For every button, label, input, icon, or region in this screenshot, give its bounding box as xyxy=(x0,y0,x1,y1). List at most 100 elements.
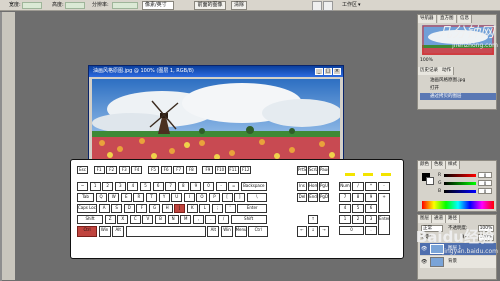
key-esc: Esc xyxy=(77,166,88,174)
key-w: W xyxy=(108,193,120,202)
numpad-key-2-12: 2 xyxy=(352,215,364,224)
history-item-selected[interactable]: 通过拷贝的图层 xyxy=(420,93,496,100)
key-caps-lock: Caps Lock xyxy=(77,204,97,213)
numpad-key-9-6: 9 xyxy=(365,193,377,202)
tab-paths[interactable]: 路径 xyxy=(446,215,460,223)
height-field[interactable] xyxy=(65,2,85,9)
key-tab: Tab xyxy=(77,193,94,202)
key-prtsc: PrtSc xyxy=(297,166,307,175)
watermark-top-url: jifenzhong.com xyxy=(452,42,498,49)
tab-navigator[interactable]: 导航器 xyxy=(418,15,437,23)
tab-styles[interactable]: 样式 xyxy=(446,161,460,169)
key-sym: / xyxy=(218,215,229,224)
key-2: 2 xyxy=(102,182,114,191)
history-item[interactable]: 油画风格原图.jpg xyxy=(420,77,496,84)
numpad-key-num-0: Num xyxy=(339,182,351,191)
color-spectrum-bar[interactable] xyxy=(422,201,494,209)
tulip-windmill-photo xyxy=(92,79,340,159)
close-icon[interactable]: × xyxy=(333,68,341,75)
key-h: H xyxy=(161,204,173,213)
layer-row[interactable]: 👁 背景 xyxy=(420,256,496,268)
key-t: T xyxy=(146,193,157,202)
red-slider[interactable] xyxy=(444,174,476,177)
key-u: U xyxy=(171,193,183,202)
blue-slider[interactable] xyxy=(444,190,476,193)
tab-color[interactable]: 颜色 xyxy=(418,161,432,169)
red-value[interactable]: 0 xyxy=(478,172,492,178)
width-label: 宽度: xyxy=(9,2,21,8)
key-r: R xyxy=(133,193,145,202)
eye-icon[interactable]: 👁 xyxy=(421,259,427,265)
key-f: F xyxy=(136,204,148,213)
resolution-unit-select[interactable]: 像素/英寸 xyxy=(142,1,174,10)
green-value[interactable]: 0 xyxy=(478,180,492,186)
key-end: End xyxy=(308,193,318,202)
key-alt-4: Alt xyxy=(207,226,220,237)
palette-well-icon[interactable] xyxy=(323,1,333,11)
numpad-key-sym-7: + xyxy=(378,193,390,213)
watermark-bottom: Baidu经验 xyxy=(415,228,494,246)
key-enter: Enter xyxy=(237,204,268,213)
key-arrow-left: ← xyxy=(297,226,307,237)
browse-icon[interactable] xyxy=(312,1,322,11)
layer-name: 背景 xyxy=(448,259,457,264)
key-sym: . xyxy=(205,215,217,224)
navigator-zoom[interactable]: 100% xyxy=(420,57,496,64)
options-bar: 宽度: 高度: 分辨率: 像素/英寸 前面的图像 清除 工作区 ▾ xyxy=(0,0,500,11)
background-color-swatch[interactable] xyxy=(426,177,434,185)
key-sym: ; xyxy=(212,204,223,213)
resolution-field[interactable] xyxy=(112,2,138,9)
key-ctrl-7: Ctrl xyxy=(248,226,269,237)
minimize-icon[interactable]: _ xyxy=(315,68,323,75)
key-p: P xyxy=(209,193,220,202)
key-arrow-down: ↓ xyxy=(308,226,318,237)
key-0: 0 xyxy=(203,182,214,191)
front-image-button[interactable]: 前面的图像 xyxy=(194,1,226,10)
key-sym: ] xyxy=(234,193,246,202)
key-3: 3 xyxy=(114,182,126,191)
tab-channels[interactable]: 通道 xyxy=(432,215,446,223)
tab-history[interactable]: 历史记录 xyxy=(418,67,441,75)
key-j: J xyxy=(174,204,186,213)
key-ins: Ins xyxy=(297,182,307,191)
blue-value[interactable]: 0 xyxy=(478,188,492,194)
clear-button[interactable]: 清除 xyxy=(231,1,247,10)
watermark-bottom-url: jingyan.baidu.com xyxy=(442,248,498,255)
key-sym: ~ xyxy=(77,182,88,191)
key-f1: F1 xyxy=(93,166,105,174)
history-item[interactable]: 打开 xyxy=(420,85,496,92)
numpad-key-sym-2: * xyxy=(365,182,377,191)
tab-swatches[interactable]: 色板 xyxy=(432,161,446,169)
key-del: Del xyxy=(297,193,307,202)
numpad-key-5-9: 5 xyxy=(352,204,364,213)
numpad-key-0-15: 0 xyxy=(339,226,364,235)
key-q: Q xyxy=(95,193,107,202)
numpad-key-sym-16: . xyxy=(365,226,377,235)
document-title-bar[interactable]: 油画风格原图.jpg @ 100% (图层 1, RGB/8) _ □ × xyxy=(89,66,343,77)
document-window[interactable]: 油画风格原图.jpg @ 100% (图层 1, RGB/8) _ □ × xyxy=(88,65,344,163)
numpad-key-3-13: 3 xyxy=(365,215,377,224)
tab-layers[interactable]: 图层 xyxy=(418,215,432,223)
workspace-label[interactable]: 工作区 xyxy=(342,2,357,8)
key-f2: F2 xyxy=(106,166,118,174)
key-ctrl-0: Ctrl xyxy=(77,226,97,237)
key-l: L xyxy=(199,204,211,213)
key-arrow-right: → xyxy=(319,226,329,237)
key-f11: F11 xyxy=(227,166,239,174)
tab-actions[interactable]: 动作 xyxy=(440,67,454,75)
key-f5: F5 xyxy=(148,166,159,174)
maximize-icon[interactable]: □ xyxy=(324,68,332,75)
green-slider[interactable] xyxy=(444,182,476,185)
key-win-1: Win xyxy=(98,226,111,237)
key-f12: F12 xyxy=(240,166,252,174)
key-f8: F8 xyxy=(185,166,197,174)
height-label: 高度: xyxy=(52,2,64,8)
width-field[interactable] xyxy=(22,2,42,9)
key-home: Home xyxy=(308,182,318,191)
keyboard-diagram: Esc F1 F2 F3 F4 F5 F6 F7 F8 F9 F10 F11 F12 ~1 2 3 4 5 6 7 8 9… xyxy=(70,159,404,259)
key-y: Y xyxy=(158,193,170,202)
key-f3: F3 xyxy=(118,166,130,174)
key-d: D xyxy=(123,204,135,213)
numpad-key-6-10: 6 xyxy=(365,204,377,213)
key-i: I xyxy=(183,193,195,202)
